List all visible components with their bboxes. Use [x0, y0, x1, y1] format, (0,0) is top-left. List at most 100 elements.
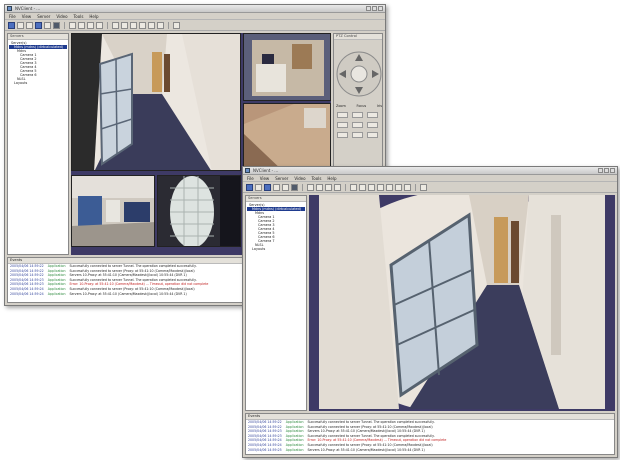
layout-9-icon[interactable] [282, 183, 289, 191]
menu-view[interactable]: View [260, 176, 270, 181]
layout-1-icon[interactable] [264, 183, 271, 191]
preset-3-button[interactable] [367, 132, 378, 138]
log-row[interactable]: 2005/04/06 14:59:25 Application Servers 10… [246, 448, 614, 453]
preset-2-button[interactable] [352, 132, 363, 138]
print-icon[interactable] [96, 21, 103, 29]
snapshot-icon[interactable] [87, 21, 94, 29]
fullscreen-icon[interactable] [112, 21, 119, 29]
log-time: 2005/04/06 14:59:22 [248, 424, 282, 429]
log-source: Application [47, 268, 66, 273]
log-time: 2005/04/06 14:59:22 [10, 264, 44, 268]
tree-node[interactable]: Layouts [247, 247, 305, 251]
camera-view-glasswall[interactable] [157, 175, 241, 247]
menu-video[interactable]: Video [56, 14, 67, 19]
camera-view-floor[interactable] [243, 103, 331, 171]
menu-server[interactable]: Server [275, 176, 288, 181]
front-event-log: Events 2005/04/06 14:59:22 Application Suc… [245, 413, 615, 455]
preset-icon[interactable] [395, 183, 402, 191]
menu-view[interactable]: View [22, 14, 32, 19]
zoom-icon[interactable] [130, 21, 137, 29]
log-source: Application [285, 424, 304, 429]
log-time: 2005/04/06 14:59:22 [10, 273, 44, 278]
maximize-icon[interactable] [372, 6, 377, 11]
layout-9-icon[interactable] [44, 21, 51, 29]
front-titlebar[interactable]: NVClient - ... [243, 167, 617, 175]
camera-view-corridor[interactable] [71, 33, 241, 171]
layout-16-icon[interactable] [291, 183, 298, 191]
back-titlebar[interactable]: NVClient - ... [5, 5, 385, 13]
menu-server[interactable]: Server [37, 14, 50, 19]
playback-icon[interactable] [316, 183, 323, 191]
log-source: Application [285, 447, 304, 452]
snapshot-icon[interactable] [325, 183, 332, 191]
layout-16-icon[interactable] [53, 21, 60, 29]
front-toolbar [243, 182, 617, 193]
layout-1-icon[interactable] [26, 21, 33, 29]
preset-icon[interactable] [157, 21, 164, 29]
focus-far-button[interactable] [352, 122, 363, 128]
app-icon [245, 168, 250, 173]
maximize-icon[interactable] [604, 168, 609, 173]
log-message: Successfully connected to server Tunnel.… [307, 433, 435, 438]
iris-close-button[interactable] [367, 122, 378, 128]
back-toolbar [5, 20, 385, 31]
pan-icon[interactable] [139, 21, 146, 29]
log-source: Application [47, 282, 66, 287]
iris-open-button[interactable] [367, 112, 378, 118]
print-icon[interactable] [334, 183, 341, 191]
back-server-tree: Servers Server(s) Mdns (mdns) (dirtcalcu… [7, 33, 69, 255]
front-window: NVClient - ... File View Server Video To… [242, 166, 618, 458]
connect-icon[interactable] [246, 183, 253, 191]
camera-view-corridor-large[interactable] [319, 195, 605, 409]
log-time: 2005/04/06 14:59:24 [248, 442, 282, 447]
settings-icon[interactable] [359, 183, 366, 191]
close-icon[interactable] [378, 6, 383, 11]
menu-tools[interactable]: Tools [312, 176, 322, 181]
menu-help[interactable]: Help [89, 14, 98, 19]
record-icon[interactable] [69, 21, 76, 29]
log-time: 2005/04/06 14:59:22 [248, 420, 282, 424]
tilt-icon[interactable] [148, 21, 155, 29]
log-source: Application [47, 273, 66, 278]
ptz-zoom-label: Zoom [336, 104, 346, 108]
menu-file[interactable]: File [247, 176, 254, 181]
preset-1-button[interactable] [337, 132, 348, 138]
zoom-in-button[interactable] [337, 112, 348, 118]
help-icon[interactable] [173, 21, 180, 29]
minimize-icon[interactable] [598, 168, 603, 173]
menu-tools[interactable]: Tools [74, 14, 84, 19]
toolbar-separator [415, 183, 416, 191]
ptz-title: PTZ Control [334, 34, 382, 40]
menu-video[interactable]: Video [294, 176, 305, 181]
disconnect-icon[interactable] [17, 21, 24, 29]
minimize-icon[interactable] [366, 6, 371, 11]
camera-view-office[interactable] [243, 33, 331, 101]
back-window-title: NVClient - ... [15, 6, 41, 11]
zoom-out-button[interactable] [337, 122, 348, 128]
camera-view-workshop[interactable] [71, 175, 155, 247]
tree-node[interactable]: Layouts [9, 81, 67, 85]
toolbar-separator [345, 183, 346, 191]
record-icon[interactable] [307, 183, 314, 191]
log-time: 2005/04/06 14:59:23 [10, 282, 44, 287]
menu-help[interactable]: Help [327, 176, 336, 181]
playback-icon[interactable] [78, 21, 85, 29]
zoom-icon[interactable] [368, 183, 375, 191]
close-icon[interactable] [610, 168, 615, 173]
menu-file[interactable]: File [9, 14, 16, 19]
audio-icon[interactable] [404, 183, 411, 191]
help-icon[interactable] [420, 183, 427, 191]
connect-icon[interactable] [8, 21, 15, 29]
log-time: 2005/04/06 14:59:23 [248, 433, 282, 438]
fullscreen-icon[interactable] [350, 183, 357, 191]
focus-near-button[interactable] [352, 112, 363, 118]
ptz-joystick-icon[interactable] [335, 50, 383, 98]
toolbar-separator [64, 21, 65, 29]
settings-icon[interactable] [121, 21, 128, 29]
front-server-tree: Servers Server(s) Mdns (mdns) (dirtcalcu… [245, 195, 307, 411]
layout-4-icon[interactable] [35, 21, 42, 29]
layout-4-icon[interactable] [273, 183, 280, 191]
pan-icon[interactable] [377, 183, 384, 191]
tilt-icon[interactable] [386, 183, 393, 191]
disconnect-icon[interactable] [255, 183, 262, 191]
